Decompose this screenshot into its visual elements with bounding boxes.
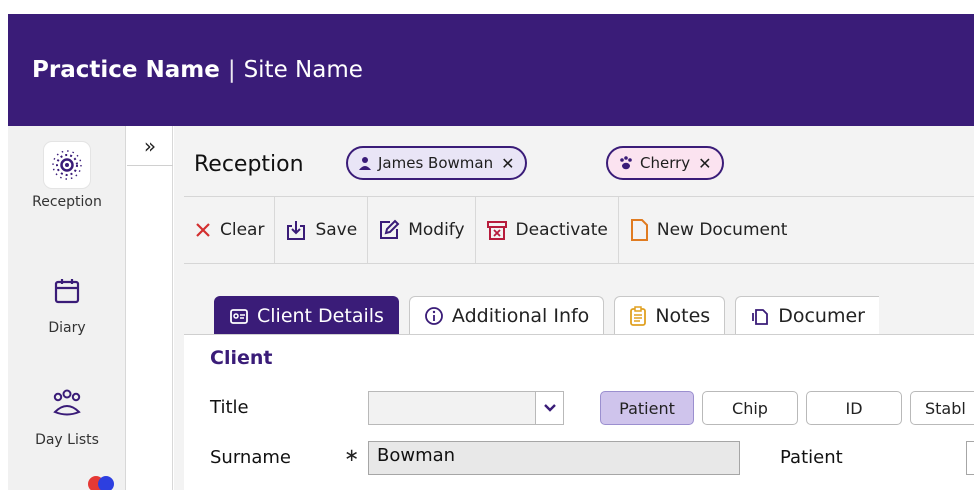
partial-app-icon[interactable] — [86, 476, 116, 490]
lookup-chip-button[interactable]: Chip — [702, 391, 798, 425]
sidebar: Reception Diary Day Lists — [8, 126, 126, 490]
modify-label: Modify — [408, 220, 465, 240]
patient-field[interactable] — [966, 441, 974, 475]
client-chip-label: James Bowman — [378, 154, 494, 172]
info-icon — [424, 306, 444, 326]
sidebar-item-diary[interactable]: Diary — [8, 268, 126, 336]
person-icon — [358, 156, 372, 170]
tab-label: Client Details — [257, 304, 384, 327]
people-group-icon — [44, 380, 90, 426]
lookup-patient-button[interactable]: Patient — [600, 391, 694, 425]
tab-bar: Client Details Additional Info Notes Doc… — [214, 296, 879, 334]
save-icon — [285, 219, 307, 241]
sidebar-item-day-lists[interactable]: Day Lists — [8, 380, 126, 448]
clear-button[interactable]: Clear — [184, 197, 276, 263]
sidebar-item-label: Diary — [48, 320, 86, 336]
title-bar: Reception James Bowman ✕ Cherry ✕ — [174, 126, 974, 196]
close-icon — [194, 221, 212, 239]
expand-sidebar-button[interactable]: » — [127, 126, 173, 166]
collapse-panel: » — [127, 126, 173, 490]
tab-label: Documer — [778, 304, 865, 327]
section-heading: Client — [210, 347, 273, 369]
archive-icon — [486, 219, 508, 241]
tab-label: Notes — [655, 304, 711, 327]
top-strip — [0, 0, 974, 14]
lookup-stable-button[interactable]: Stabl — [910, 391, 974, 425]
clear-label: Clear — [220, 220, 265, 240]
save-label: Save — [315, 220, 358, 240]
patient-chip-label: Cherry — [640, 154, 691, 172]
tab-client-details[interactable]: Client Details — [214, 296, 399, 334]
clipboard-icon — [629, 305, 647, 326]
deactivate-button[interactable]: Deactivate — [476, 197, 619, 263]
surname-label: Surname — [210, 447, 291, 468]
paw-icon — [618, 155, 634, 171]
sidebar-item-label: Reception — [32, 194, 102, 210]
new-document-button[interactable]: New Document — [619, 197, 798, 263]
tab-notes[interactable]: Notes — [614, 296, 726, 334]
title-select[interactable] — [368, 391, 564, 425]
close-icon[interactable]: ✕ — [501, 154, 514, 173]
save-button[interactable]: Save — [275, 197, 369, 263]
tab-documents[interactable]: Documer — [735, 296, 879, 334]
sidebar-item-reception[interactable]: Reception — [8, 142, 126, 210]
reception-icon — [44, 142, 90, 188]
deactivate-label: Deactivate — [515, 220, 608, 240]
site-name: Site Name — [243, 57, 363, 83]
close-icon[interactable]: ✕ — [698, 154, 711, 173]
calendar-icon — [44, 268, 90, 314]
lookup-id-button[interactable]: ID — [806, 391, 902, 425]
document-icon — [629, 218, 649, 242]
patient-label: Patient — [780, 447, 843, 468]
sidebar-item-label: Day Lists — [35, 432, 99, 448]
title-label: Title — [210, 397, 249, 418]
surname-field[interactable]: Bowman — [368, 441, 740, 475]
client-details-panel: Client Title Patient Chip ID Stabl Surna… — [184, 334, 974, 490]
page-title: Reception — [194, 152, 304, 177]
main-area: Reception James Bowman ✕ Cherry ✕ Clear … — [174, 126, 974, 490]
modify-button[interactable]: Modify — [368, 197, 476, 263]
client-chip[interactable]: James Bowman ✕ — [346, 146, 527, 180]
app-header: Practice Name | Site Name — [8, 14, 974, 126]
patient-chip[interactable]: Cherry ✕ — [606, 146, 724, 180]
required-marker: ∗ — [344, 445, 360, 466]
chevron-down-icon — [535, 392, 563, 424]
new-document-label: New Document — [656, 220, 788, 240]
documents-icon — [750, 306, 770, 326]
header-separator: | — [227, 57, 236, 83]
edit-icon — [378, 219, 400, 241]
tab-label: Additional Info — [451, 304, 590, 327]
toolbar: Clear Save Modify Deactivate New Documen… — [184, 196, 974, 264]
tab-additional-info[interactable]: Additional Info — [408, 296, 605, 334]
practice-name: Practice Name — [32, 57, 220, 83]
id-card-icon — [229, 306, 249, 326]
